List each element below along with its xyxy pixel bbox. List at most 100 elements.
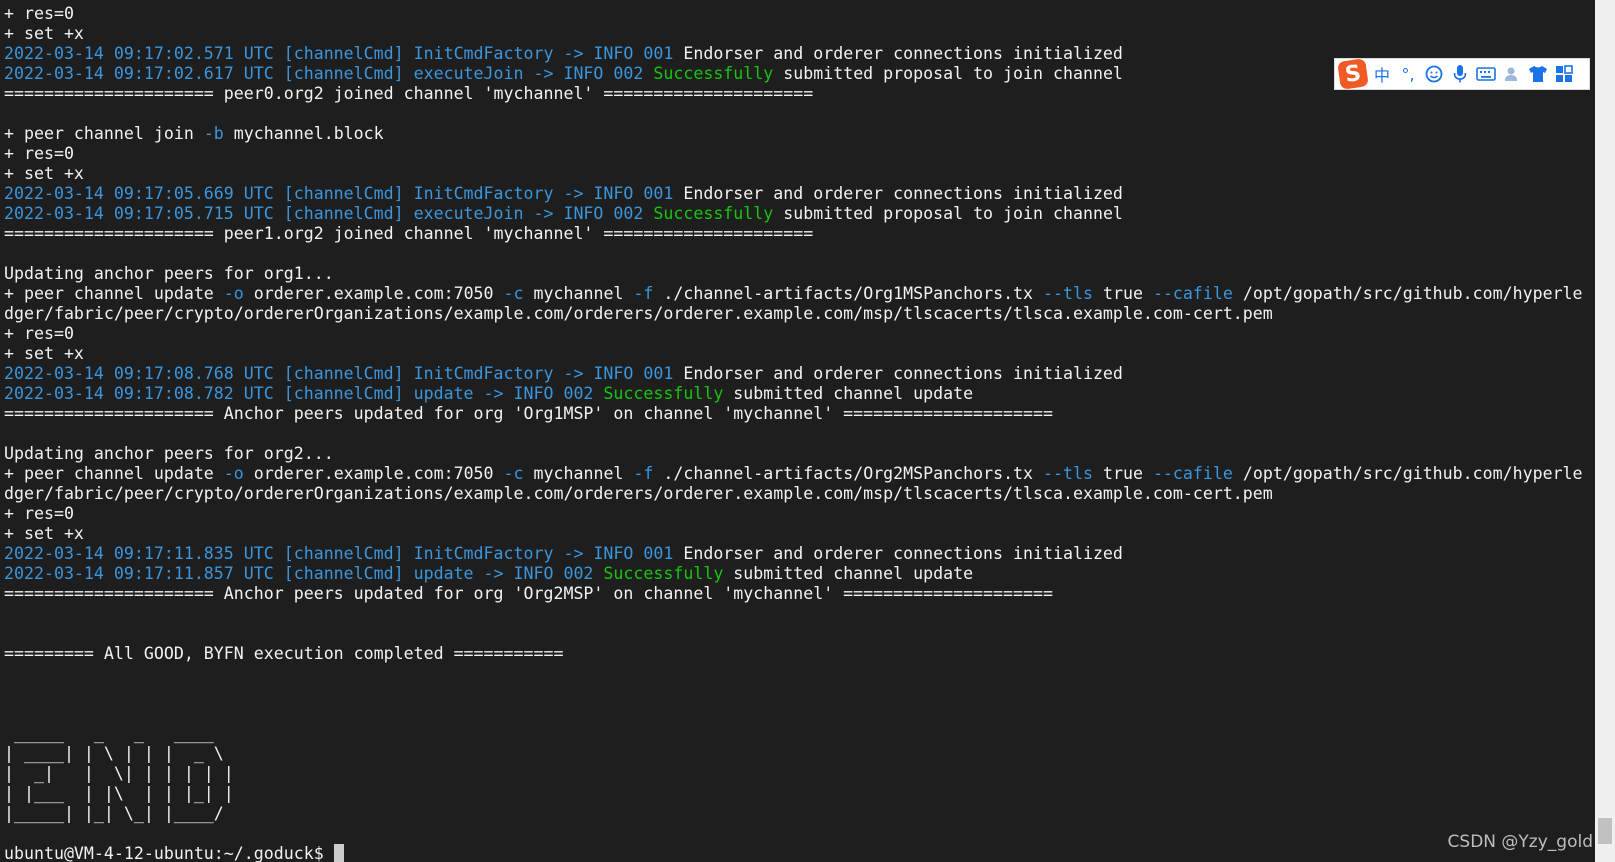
terminal-text-segment: ===================== Anchor peers updat… <box>4 584 1053 603</box>
terminal-text-segment: orderer.example.com:7050 <box>243 464 504 483</box>
terminal-line: + res=0 <box>4 504 1583 524</box>
terminal-text-segment: --cafile <box>1152 284 1233 303</box>
scrollbar-thumb[interactable] <box>1598 818 1612 844</box>
terminal-text-segment: -o <box>223 464 244 483</box>
terminal-line: ===================== Anchor peers updat… <box>4 584 1583 604</box>
terminal-text-segment: ./channel-artifacts/Org1MSPanchors.tx <box>653 284 1044 303</box>
terminal-line: dger/fabric/peer/crypto/ordererOrganizat… <box>4 484 1583 504</box>
terminal-text-segment: --tls <box>1043 464 1093 483</box>
terminal-text-segment: + set +x <box>4 524 84 543</box>
terminal-text-segment: submitted channel update <box>723 384 974 403</box>
terminal-text-segment: ========= All GOOD, BYFN execution compl… <box>4 644 564 663</box>
terminal-text-segment: 2022-03-14 09:17:11.835 UTC [channelCmd]… <box>4 544 684 563</box>
punctuation-toggle[interactable]: °, <box>1397 63 1419 85</box>
terminal-text-segment: 2022-03-14 09:17:08.782 UTC [channelCmd]… <box>4 384 604 403</box>
terminal-text-segment: Successfully <box>653 204 774 223</box>
shell-prompt: ubuntu@VM-4-12-ubuntu:~/.goduck$ <box>4 844 334 862</box>
terminal-text-segment: orderer.example.com:7050 <box>243 284 504 303</box>
vertical-scrollbar[interactable] <box>1595 0 1615 862</box>
terminal-text-segment: -b <box>203 124 224 143</box>
terminal-line: | |___ | |\ | | |_| | <box>4 784 1583 804</box>
keyboard-icon[interactable] <box>1475 63 1497 85</box>
sogou-logo-icon[interactable]: S <box>1337 58 1369 90</box>
terminal-line: + res=0 <box>4 4 1583 24</box>
terminal-window[interactable]: + res=0 + set +x 2022-03-14 09:17:02.571 U… <box>0 0 1595 862</box>
terminal-text-segment: mychannel <box>523 284 634 303</box>
terminal-text-segment: -c <box>503 284 524 303</box>
ime-toolbar[interactable]: S 中 °, <box>1334 58 1590 90</box>
terminal-text-segment: Successfully <box>603 384 724 403</box>
terminal-line: + set +x <box>4 524 1583 544</box>
terminal-text-segment: dger/fabric/peer/crypto/ordererOrganizat… <box>4 484 1273 503</box>
toolbox-grid-icon[interactable] <box>1553 63 1575 85</box>
terminal-line: + set +x <box>4 164 1583 184</box>
terminal-line: 2022-03-14 09:17:11.835 UTC [channelCmd]… <box>4 544 1583 564</box>
terminal-text-segment: Updating anchor peers for org2... <box>4 444 334 463</box>
terminal-text-segment: + peer channel update <box>4 464 224 483</box>
terminal-text-segment: 2022-03-14 09:17:02.617 UTC [channelCmd]… <box>4 64 654 83</box>
terminal-line: dger/fabric/peer/crypto/ordererOrganizat… <box>4 304 1583 324</box>
terminal-output: + res=0 + set +x 2022-03-14 09:17:02.571 U… <box>4 4 1583 862</box>
terminal-text-segment: Endorser and orderer connections initial… <box>683 544 1123 563</box>
text-cursor <box>333 844 344 862</box>
terminal-text-segment: Successfully <box>653 64 774 83</box>
terminal-text-segment: submitted channel update <box>723 564 974 583</box>
terminal-line: | _| | \| | | | | | <box>4 764 1583 784</box>
terminal-text-segment: + set +x <box>4 164 84 183</box>
terminal-text-segment: | _| | \| | | | | | <box>4 764 244 783</box>
terminal-text-segment: ===================== peer0.org2 joined … <box>4 84 814 103</box>
terminal-text-segment: Updating anchor peers for org1... <box>4 264 334 283</box>
terminal-text-segment: Endorser and orderer connections initial… <box>683 44 1123 63</box>
csdn-watermark: CSDN @Yzy_gold <box>1447 832 1593 852</box>
terminal-text-segment: _____ _ _ ____ <box>4 724 244 743</box>
terminal-line: + peer channel update -o orderer.example… <box>4 464 1583 484</box>
terminal-text-segment: true <box>1092 464 1153 483</box>
terminal-text-segment: mychannel <box>523 464 634 483</box>
emoji-icon[interactable] <box>1423 63 1445 85</box>
terminal-text-segment: + res=0 <box>4 4 74 23</box>
terminal-text-segment: -f <box>633 464 654 483</box>
terminal-text-segment: ===================== peer1.org2 joined … <box>4 224 814 243</box>
terminal-text-segment: Endorser and orderer connections initial… <box>683 364 1123 383</box>
terminal-text-segment: + res=0 <box>4 144 74 163</box>
terminal-text-segment: ===================== Anchor peers updat… <box>4 404 1053 423</box>
terminal-line: + peer channel join -b mychannel.block <box>4 124 1583 144</box>
terminal-text-segment: --cafile <box>1152 464 1233 483</box>
terminal-line: + set +x <box>4 344 1583 364</box>
terminal-text-segment: | ____| | \ | | | _ \ <box>4 744 244 763</box>
terminal-text-segment: + peer channel update <box>4 284 224 303</box>
terminal-text-segment: + peer channel join <box>4 124 204 143</box>
terminal-line: ========= All GOOD, BYFN execution compl… <box>4 644 1583 664</box>
terminal-text-segment: ./channel-artifacts/Org2MSPanchors.tx <box>653 464 1044 483</box>
terminal-line: 2022-03-14 09:17:08.768 UTC [channelCmd]… <box>4 364 1583 384</box>
terminal-text-segment: -c <box>503 464 524 483</box>
terminal-text-segment: -o <box>223 284 244 303</box>
terminal-text-segment: | |___ | |\ | | |_| | <box>4 784 244 803</box>
terminal-text-segment: |_____| |_| \_| |____/ <box>4 804 244 823</box>
terminal-line: 2022-03-14 09:17:08.782 UTC [channelCmd]… <box>4 384 1583 404</box>
terminal-text-segment: /opt/gopath/src/github.com/hyperle <box>1232 284 1583 303</box>
terminal-text-segment: -f <box>633 284 654 303</box>
microphone-icon[interactable] <box>1449 63 1471 85</box>
terminal-text-segment: submitted proposal to join channel <box>773 64 1123 83</box>
terminal-line: Updating anchor peers for org1... <box>4 264 1583 284</box>
terminal-text-segment: Endorser and orderer connections initial… <box>683 184 1123 203</box>
terminal-line: 2022-03-14 09:17:05.669 UTC [channelCmd]… <box>4 184 1583 204</box>
skin-shirt-icon[interactable] <box>1527 63 1549 85</box>
terminal-line: Updating anchor peers for org2... <box>4 444 1583 464</box>
input-mode-toggle[interactable]: 中 <box>1371 63 1393 85</box>
terminal-text-segment: 2022-03-14 09:17:05.669 UTC [channelCmd]… <box>4 184 684 203</box>
shell-prompt-line[interactable]: ubuntu@VM-4-12-ubuntu:~/.goduck$ <box>4 844 1583 862</box>
terminal-text-segment: dger/fabric/peer/crypto/ordererOrganizat… <box>4 304 1273 323</box>
user-icon[interactable] <box>1501 63 1523 85</box>
terminal-text-segment: 2022-03-14 09:17:05.715 UTC [channelCmd]… <box>4 204 654 223</box>
terminal-text-segment: --tls <box>1043 284 1093 303</box>
terminal-line: ===================== Anchor peers updat… <box>4 404 1583 424</box>
